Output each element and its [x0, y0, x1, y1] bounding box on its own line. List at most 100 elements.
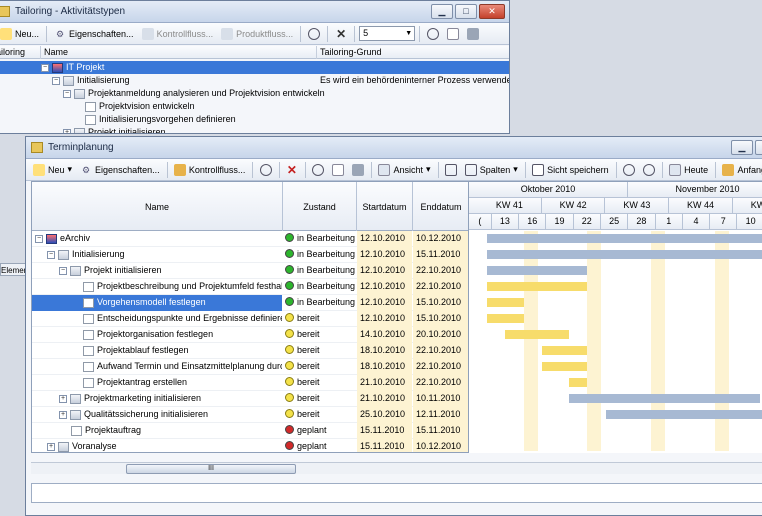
control-flow-button[interactable]: Kontrollfluss... — [139, 27, 217, 41]
terminplanung-titlebar[interactable]: Terminplanung ▁ □ — [26, 137, 762, 159]
end-date-cell[interactable]: 22.10.2010 — [413, 279, 469, 295]
expand-icon[interactable]: + — [59, 395, 67, 403]
state-cell[interactable]: bereit — [283, 407, 356, 423]
task-name-cell[interactable]: −eArchiv — [32, 231, 282, 247]
end-date-cell[interactable]: 10.11.2010 — [413, 391, 469, 407]
state-cell[interactable]: in Bearbeitung — [283, 247, 356, 263]
table-row[interactable]: Projektantrag erstellenbereit21.10.20102… — [32, 375, 469, 391]
state-cell[interactable]: in Bearbeitung — [283, 263, 356, 279]
task-name-cell[interactable]: Projektauftrag — [32, 423, 282, 439]
state-cell[interactable]: bereit — [283, 343, 356, 359]
start-date-cell[interactable]: 18.10.2010 — [357, 343, 412, 359]
maximize-button[interactable]: □ — [755, 140, 762, 155]
new-button[interactable]: Neu▾ — [30, 163, 75, 177]
table-row[interactable]: −eArchivin Bearbeitung12.10.201010.12.20… — [32, 231, 469, 247]
task-name-cell[interactable]: Entscheidungspunkte und Ergebnisse defin… — [32, 311, 282, 327]
zoom-in-button[interactable] — [620, 163, 638, 177]
minimize-button[interactable]: ▁ — [431, 4, 453, 19]
end-date-cell[interactable]: 12.11.2010 — [413, 407, 469, 423]
zoom-out-button[interactable] — [640, 163, 658, 177]
table-row[interactable]: +Projektmarketing initialisierenbereit21… — [32, 391, 469, 407]
start-date-cell[interactable]: 12.10.2010 — [357, 231, 412, 247]
column-end[interactable]: Enddatum — [413, 182, 469, 231]
gantt-bar[interactable] — [606, 410, 762, 419]
collapse-icon[interactable]: − — [63, 90, 71, 98]
tree-row[interactable]: −IT Projekt — [0, 61, 509, 74]
delete-button[interactable]: ✕ — [283, 163, 301, 177]
zoom-button[interactable] — [309, 163, 327, 177]
column-start[interactable]: Startdatum — [357, 182, 413, 231]
start-date-cell[interactable]: 12.10.2010 — [357, 279, 412, 295]
task-name-cell[interactable]: Projektablauf festlegen — [32, 343, 282, 359]
end-date-cell[interactable]: 22.10.2010 — [413, 375, 469, 391]
column-name[interactable]: Name — [32, 182, 283, 231]
expand-icon[interactable]: + — [63, 129, 71, 134]
end-date-cell[interactable]: 10.12.2010 — [413, 231, 469, 247]
table-row[interactable]: Entscheidungspunkte und Ergebnisse defin… — [32, 311, 469, 327]
state-cell[interactable]: bereit — [283, 375, 356, 391]
gantt-bar[interactable] — [487, 234, 762, 243]
search-button[interactable] — [305, 27, 323, 41]
gantt-bar[interactable] — [542, 362, 588, 371]
expand-icon[interactable]: + — [47, 443, 55, 451]
task-name-cell[interactable]: +Voranalyse — [32, 439, 282, 453]
state-cell[interactable]: in Bearbeitung — [283, 279, 356, 295]
collapse-icon[interactable]: − — [59, 267, 67, 275]
start-date-cell[interactable]: 12.10.2010 — [357, 247, 412, 263]
state-cell[interactable]: in Bearbeitung — [283, 231, 356, 247]
minimize-button[interactable]: ▁ — [731, 140, 753, 155]
zoom-button[interactable] — [424, 27, 442, 41]
state-cell[interactable]: geplant — [283, 439, 356, 453]
view-button[interactable]: Ansicht▾ — [375, 163, 433, 177]
task-name-cell[interactable]: Aufwand Termin und Einsatzmittelplanung … — [32, 359, 282, 375]
gantt-bar[interactable] — [487, 266, 587, 275]
end-date-cell[interactable]: 15.11.2010 — [413, 423, 469, 439]
collapse-icon[interactable]: − — [41, 64, 49, 72]
state-cell[interactable]: in Bearbeitung — [283, 295, 356, 311]
state-cell[interactable]: bereit — [283, 359, 356, 375]
end-date-cell[interactable]: 10.12.2010 — [413, 439, 469, 453]
save-view-button[interactable]: Sicht speichern — [529, 163, 612, 177]
end-date-cell[interactable]: 15.10.2010 — [413, 311, 469, 327]
state-cell[interactable]: bereit — [283, 311, 356, 327]
start-date-cell[interactable]: 15.11.2010 — [357, 439, 412, 453]
preview-button[interactable] — [329, 163, 347, 177]
gantt-bar[interactable] — [505, 330, 569, 339]
start-date-cell[interactable]: 12.10.2010 — [357, 295, 412, 311]
table-row[interactable]: Projektauftraggeplant15.11.201015.11.201… — [32, 423, 469, 439]
tree-row[interactable]: Projektvision entwickeln — [0, 100, 509, 113]
tree-row[interactable]: −Projektanmeldung analysieren und Projek… — [0, 87, 509, 100]
product-flow-button[interactable]: Produktfluss... — [218, 27, 296, 41]
task-name-cell[interactable]: Projektbeschreibung und Projektumfeld fe… — [32, 279, 282, 295]
state-cell[interactable]: bereit — [283, 327, 356, 343]
collapse-icon[interactable]: − — [35, 235, 43, 243]
start-date-cell[interactable]: 15.11.2010 — [357, 423, 412, 439]
search-button[interactable] — [257, 163, 275, 177]
start-date-cell[interactable]: 12.10.2010 — [357, 311, 412, 327]
table-row[interactable]: Projektorganisation festlegenbereit14.10… — [32, 327, 469, 343]
filter-button[interactable] — [442, 163, 460, 177]
gantt-bar[interactable] — [487, 250, 762, 259]
collapse-icon[interactable]: − — [47, 251, 55, 259]
maximize-button[interactable]: □ — [455, 4, 477, 19]
end-date-cell[interactable]: 22.10.2010 — [413, 263, 469, 279]
tree-row[interactable]: +Projekt initialisieren — [0, 126, 509, 134]
collapse-icon[interactable]: − — [52, 77, 60, 85]
state-cell[interactable]: bereit — [283, 391, 356, 407]
table-row[interactable]: +Voranalysegeplant15.11.201010.12.2010 — [32, 439, 469, 453]
new-button[interactable]: Neu... — [0, 27, 42, 41]
end-date-cell[interactable]: 15.11.2010 — [413, 247, 469, 263]
level-combo[interactable]: 5▼ — [359, 26, 415, 41]
start-button[interactable]: Anfang — [719, 163, 762, 177]
column-tailoring[interactable]: ailoring — [0, 46, 41, 59]
properties-button[interactable]: ⚙Eigenschaften... — [51, 27, 137, 41]
end-date-cell[interactable]: 22.10.2010 — [413, 359, 469, 375]
start-date-cell[interactable]: 25.10.2010 — [357, 407, 412, 423]
start-date-cell[interactable]: 21.10.2010 — [357, 375, 412, 391]
gantt-bar[interactable] — [487, 298, 523, 307]
table-row[interactable]: +Qualitätssicherung initialisierenbereit… — [32, 407, 469, 423]
scroll-thumb[interactable]: III — [126, 464, 296, 474]
task-name-cell[interactable]: Vorgehensmodell festlegen — [32, 295, 282, 311]
tailoring-titlebar[interactable]: Tailoring - Aktivitätstypen ▁ □ ✕ — [0, 1, 509, 23]
task-name-cell[interactable]: Projektantrag erstellen — [32, 375, 282, 391]
